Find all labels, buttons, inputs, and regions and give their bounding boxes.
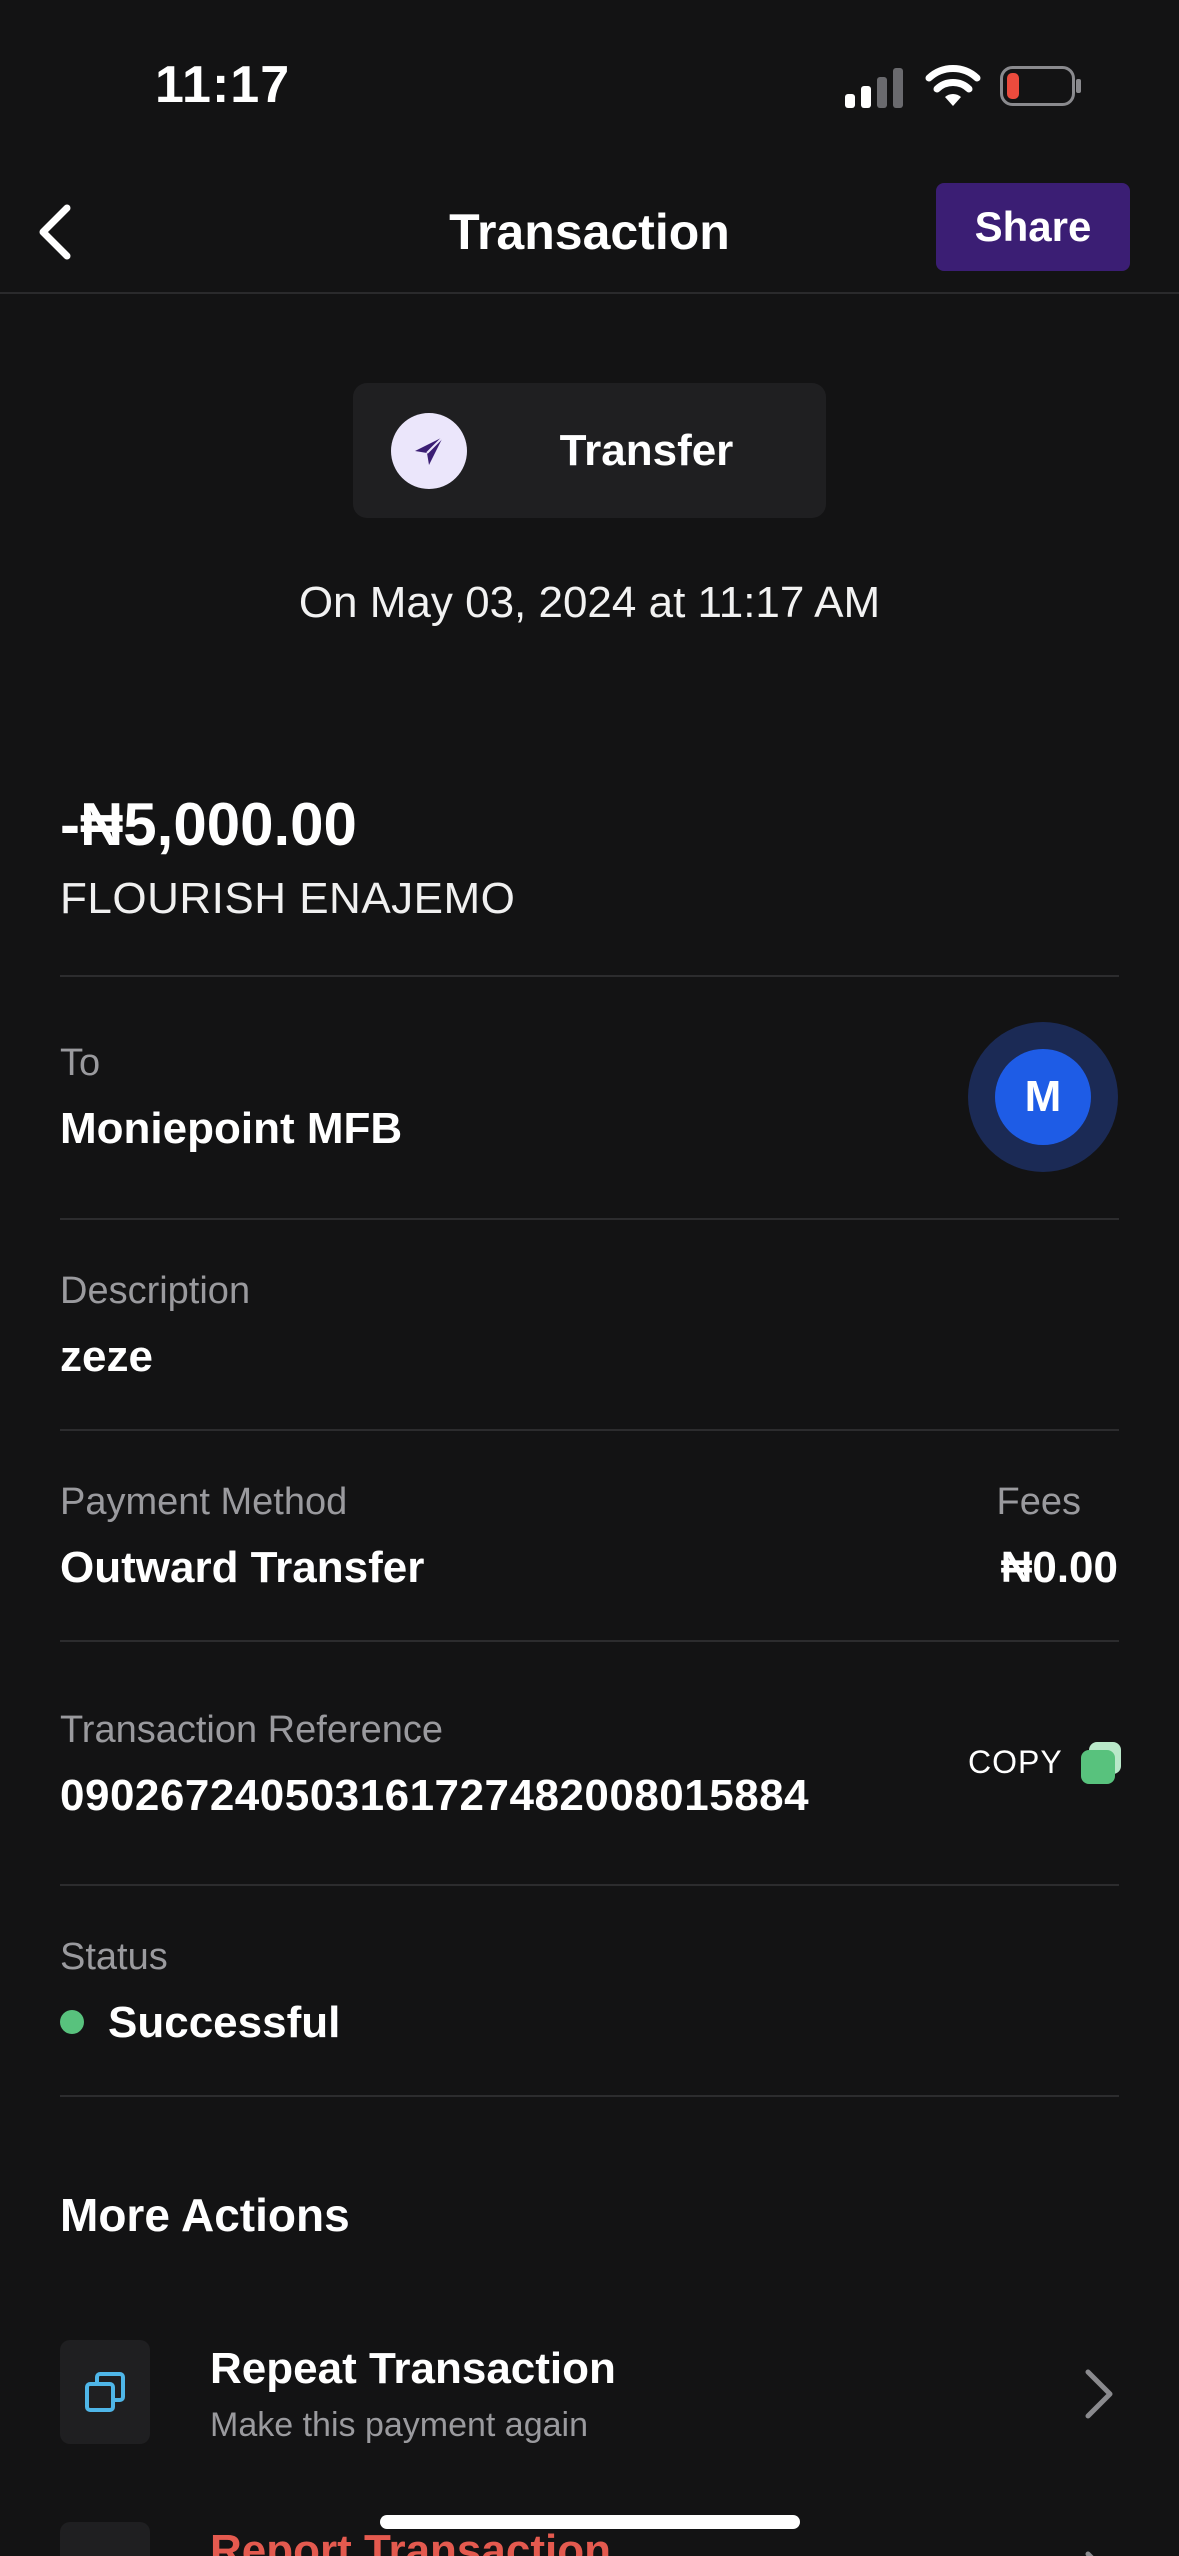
description-value: zeze [60, 1332, 153, 1381]
more-actions-title: More Actions [60, 2189, 350, 2241]
status-value: Successful [108, 1998, 341, 2047]
copy-icon [1080, 1742, 1121, 1784]
status-bar: 11:17 [0, 0, 1179, 170]
chevron-right-icon [1079, 2364, 1119, 2424]
reference-value: 090267240503161727482008015884 [60, 1771, 810, 1820]
to-label: To [60, 1042, 101, 1084]
action-subtitle: Make this payment again [210, 2406, 588, 2444]
divider [60, 975, 1119, 977]
chevron-right-icon [1079, 2546, 1119, 2556]
transaction-date: On May 03, 2024 at 11:17 AM [298, 578, 881, 627]
paper-plane-icon [391, 413, 467, 489]
copy-label: COPY [968, 1743, 1063, 1780]
transaction-screen: 11:17 Transaction Share Transfer On May … [0, 0, 1179, 2556]
flag-icon [60, 2522, 150, 2556]
battery-low-icon [1000, 66, 1081, 106]
transaction-type-chip: Transfer [353, 383, 826, 518]
divider [60, 1429, 1119, 1431]
counterparty-name: FLOURISH ENAJEMO [60, 874, 516, 923]
action-title: Report Transaction [210, 2526, 611, 2556]
status-time: 11:17 [155, 56, 291, 114]
copy-reference-button[interactable]: COPY [968, 1738, 1125, 1786]
transaction-amount: -₦5,000.00 [60, 791, 357, 858]
home-indicator[interactable] [380, 2515, 800, 2529]
divider [60, 1884, 1119, 1886]
bank-avatar: M [968, 1022, 1118, 1172]
reference-label: Transaction Reference [60, 1709, 444, 1751]
divider [60, 1640, 1119, 1642]
divider [60, 1218, 1119, 1220]
navigation-bar: Transaction Share [0, 170, 1179, 294]
payment-method-label: Payment Method [60, 1481, 348, 1523]
cellular-signal-icon [845, 68, 903, 108]
fees-label: Fees [996, 1481, 1081, 1523]
status-success-dot [60, 2010, 84, 2034]
status-label: Status [60, 1936, 168, 1978]
payment-method-value: Outward Transfer [60, 1543, 425, 1592]
wifi-icon [925, 65, 981, 106]
action-title: Repeat Transaction [210, 2344, 616, 2393]
repeat-transaction-action[interactable]: Repeat Transaction Make this payment aga… [60, 2340, 1119, 2450]
bank-initial: M [995, 1049, 1091, 1145]
to-value: Moniepoint MFB [60, 1104, 403, 1153]
share-button[interactable]: Share [936, 183, 1130, 271]
divider [60, 2095, 1119, 2097]
fees-value: ₦0.00 [1000, 1543, 1118, 1592]
description-label: Description [60, 1270, 251, 1312]
transaction-type-label: Transfer [559, 425, 734, 475]
duplicate-icon [60, 2340, 150, 2444]
